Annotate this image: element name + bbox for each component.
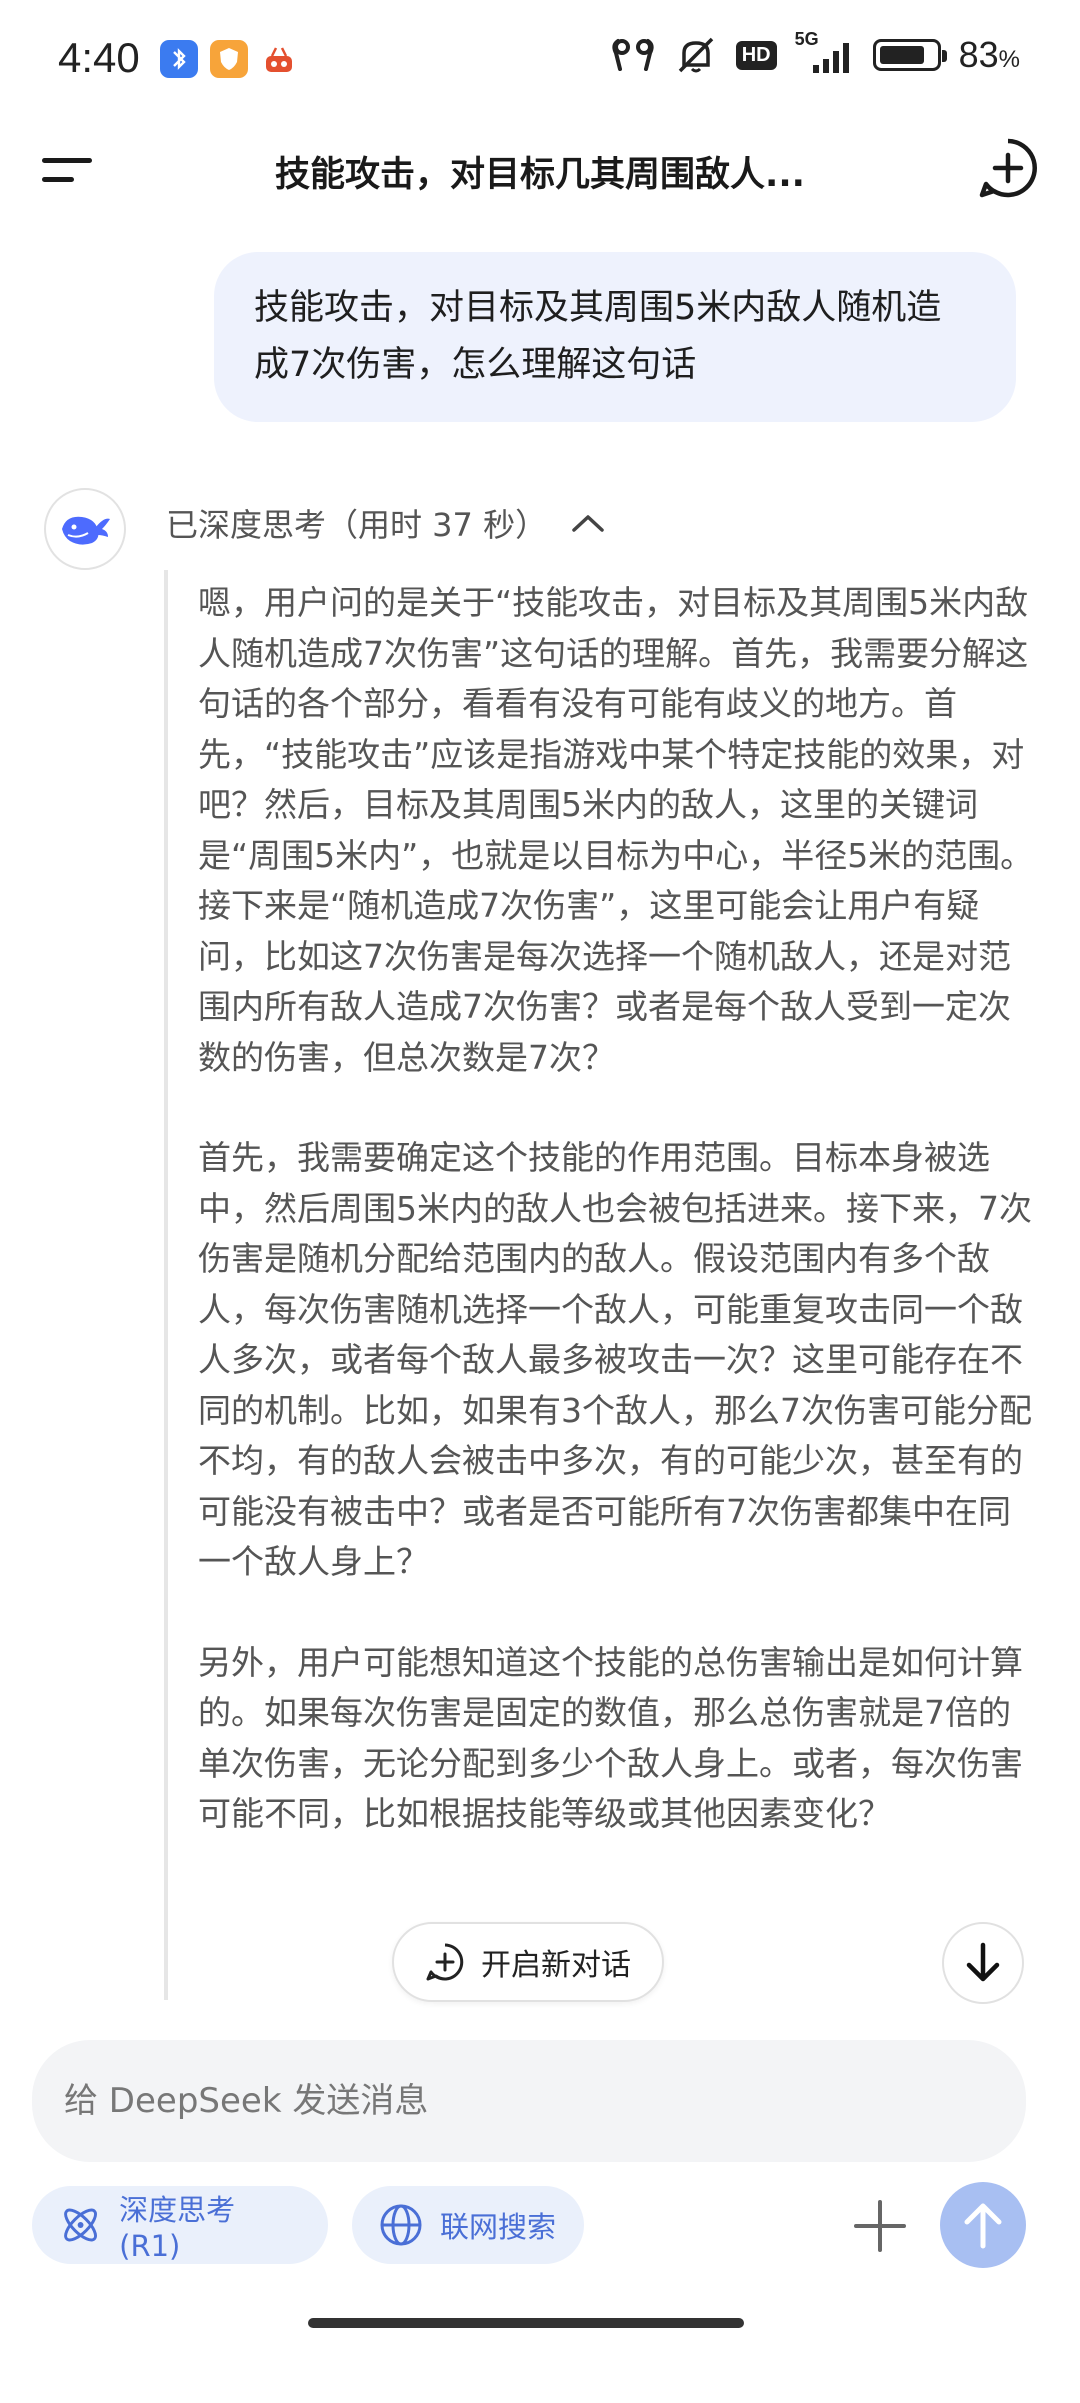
- signal-bars-icon: [812, 43, 849, 73]
- battery-icon: [872, 39, 947, 71]
- thinking-content: 嗯，用户问的是关于“技能攻击，对目标及其周围5米内敌人随机造成7次伤害”这句话的…: [164, 570, 1038, 2000]
- status-time: 4:40: [58, 34, 140, 81]
- game-app-icon: [260, 40, 298, 78]
- deep-think-label: 深度思考 (R1): [119, 2193, 236, 2263]
- earbuds-icon: [612, 39, 654, 71]
- hd-badge: HD: [735, 40, 777, 70]
- thinking-label: 已深度思考（用时 37 秒）: [166, 506, 548, 544]
- arrow-up-icon: [964, 2203, 1002, 2249]
- chat-header: 技能攻击，对目标几其周围敌人...: [0, 120, 1080, 230]
- chevron-up-icon: [572, 515, 604, 532]
- send-button[interactable]: [940, 2182, 1026, 2268]
- web-search-toggle[interactable]: 联网搜索: [352, 2186, 584, 2264]
- thinking-paragraph: 嗯，用户问的是关于“技能攻击，对目标及其周围5米内敌人随机造成7次伤害”这句话的…: [198, 583, 1034, 1077]
- new-chat-small-icon: [426, 1943, 464, 1981]
- atom-icon: [64, 2208, 97, 2242]
- attach-plus-icon[interactable]: [848, 2194, 912, 2258]
- user-message-bubble[interactable]: 技能攻击，对目标及其周围5米内敌人随机造成7次伤害，怎么理解这句话: [214, 252, 1016, 422]
- thinking-paragraph: 另外，用户可能想知道这个技能的总伤害输出是如何计算的。如果每次伤害是固定的数值，…: [198, 1642, 1023, 1834]
- deepseek-avatar: [44, 488, 126, 570]
- start-new-chat-button[interactable]: 开启新对话: [392, 1922, 664, 2002]
- deep-think-toggle[interactable]: 深度思考 (R1): [32, 2186, 328, 2264]
- scroll-down-button[interactable]: [942, 1922, 1024, 2004]
- web-search-label: 联网搜索: [440, 2210, 557, 2244]
- mute-icon: [678, 37, 713, 73]
- status-bar: 4:40 HD 5G 83%: [0, 0, 1080, 120]
- start-new-chat-label: 开启新对话: [481, 1948, 631, 1983]
- home-indicator[interactable]: [308, 2318, 744, 2328]
- new-chat-icon[interactable]: [976, 136, 1040, 200]
- message-input-container[interactable]: [32, 2040, 1026, 2162]
- status-indicators: HD 5G 83%: [610, 29, 1020, 76]
- globe-icon: [380, 2204, 422, 2246]
- battery-percent: 83%: [958, 34, 1020, 75]
- bluetooth-app-icon: [160, 40, 198, 78]
- shield-app-icon: [210, 40, 248, 78]
- whale-logo-icon: [62, 516, 110, 545]
- signal-indicator: 5G: [795, 29, 855, 75]
- arrow-down-icon: [966, 1942, 1000, 1982]
- thinking-toggle[interactable]: 已深度思考（用时 37 秒）: [166, 500, 605, 546]
- page-title[interactable]: 技能攻击，对目标几其周围敌人...: [0, 146, 1080, 197]
- thinking-paragraph: 首先，我需要确定这个技能的作用范围。目标本身被选中，然后周围5米内的敌人也会被包…: [198, 1138, 1032, 1581]
- message-input[interactable]: [62, 2080, 996, 2122]
